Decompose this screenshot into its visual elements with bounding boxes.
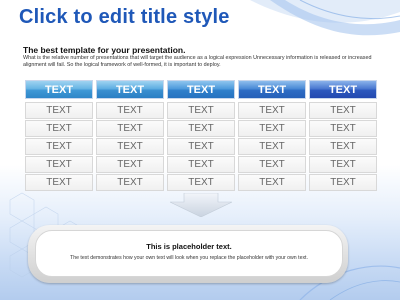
table-header-cell[interactable]: TEXT xyxy=(25,80,93,99)
table-cell[interactable]: TEXT xyxy=(25,156,93,173)
table-cell[interactable]: TEXT xyxy=(96,156,164,173)
table-cell[interactable]: TEXT xyxy=(167,174,235,191)
table-header-cell[interactable]: TEXT xyxy=(309,80,377,99)
table-cell[interactable]: TEXT xyxy=(238,174,306,191)
table-cell[interactable]: TEXT xyxy=(25,174,93,191)
placeholder-box[interactable] xyxy=(35,230,343,277)
table-cell[interactable]: TEXT xyxy=(309,138,377,155)
table-cell[interactable]: TEXT xyxy=(96,138,164,155)
table-cell[interactable]: TEXT xyxy=(96,102,164,119)
slide: Click to edit title style The best templ… xyxy=(0,0,400,300)
table-cell[interactable]: TEXT xyxy=(25,138,93,155)
table-header-separator xyxy=(25,100,377,101)
table-header-cell[interactable]: TEXT xyxy=(167,80,235,99)
table-cell[interactable]: TEXT xyxy=(309,174,377,191)
table-cell[interactable]: TEXT xyxy=(167,156,235,173)
table-cell[interactable]: TEXT xyxy=(96,120,164,137)
table-cell[interactable]: TEXT xyxy=(96,174,164,191)
table-cell[interactable]: TEXT xyxy=(238,156,306,173)
placeholder-text[interactable]: The text demonstrates how your own text … xyxy=(35,255,343,261)
slide-body-text[interactable]: What is the relative number of presentat… xyxy=(23,55,373,70)
table-cell[interactable]: TEXT xyxy=(167,102,235,119)
table-cell[interactable]: TEXT xyxy=(167,120,235,137)
table-cell[interactable]: TEXT xyxy=(309,102,377,119)
down-arrow-icon xyxy=(170,193,232,217)
data-table: TEXT TEXT TEXT TEXT TEXT TEXT TEXT TEXT … xyxy=(25,80,377,191)
table-cell[interactable]: TEXT xyxy=(25,120,93,137)
slide-subtitle[interactable]: The best template for your presentation. xyxy=(23,45,185,55)
table-cell[interactable]: TEXT xyxy=(238,138,306,155)
table-cell[interactable]: TEXT xyxy=(167,138,235,155)
table-cell[interactable]: TEXT xyxy=(238,102,306,119)
table-cell[interactable]: TEXT xyxy=(238,120,306,137)
slide-title[interactable]: Click to edit title style xyxy=(19,6,230,29)
table-header-cell[interactable]: TEXT xyxy=(96,80,164,99)
table-header-cell[interactable]: TEXT xyxy=(238,80,306,99)
table-cell[interactable]: TEXT xyxy=(309,120,377,137)
table-cell[interactable]: TEXT xyxy=(309,156,377,173)
placeholder-title[interactable]: This is placeholder text. xyxy=(35,242,343,251)
table-cell[interactable]: TEXT xyxy=(25,102,93,119)
